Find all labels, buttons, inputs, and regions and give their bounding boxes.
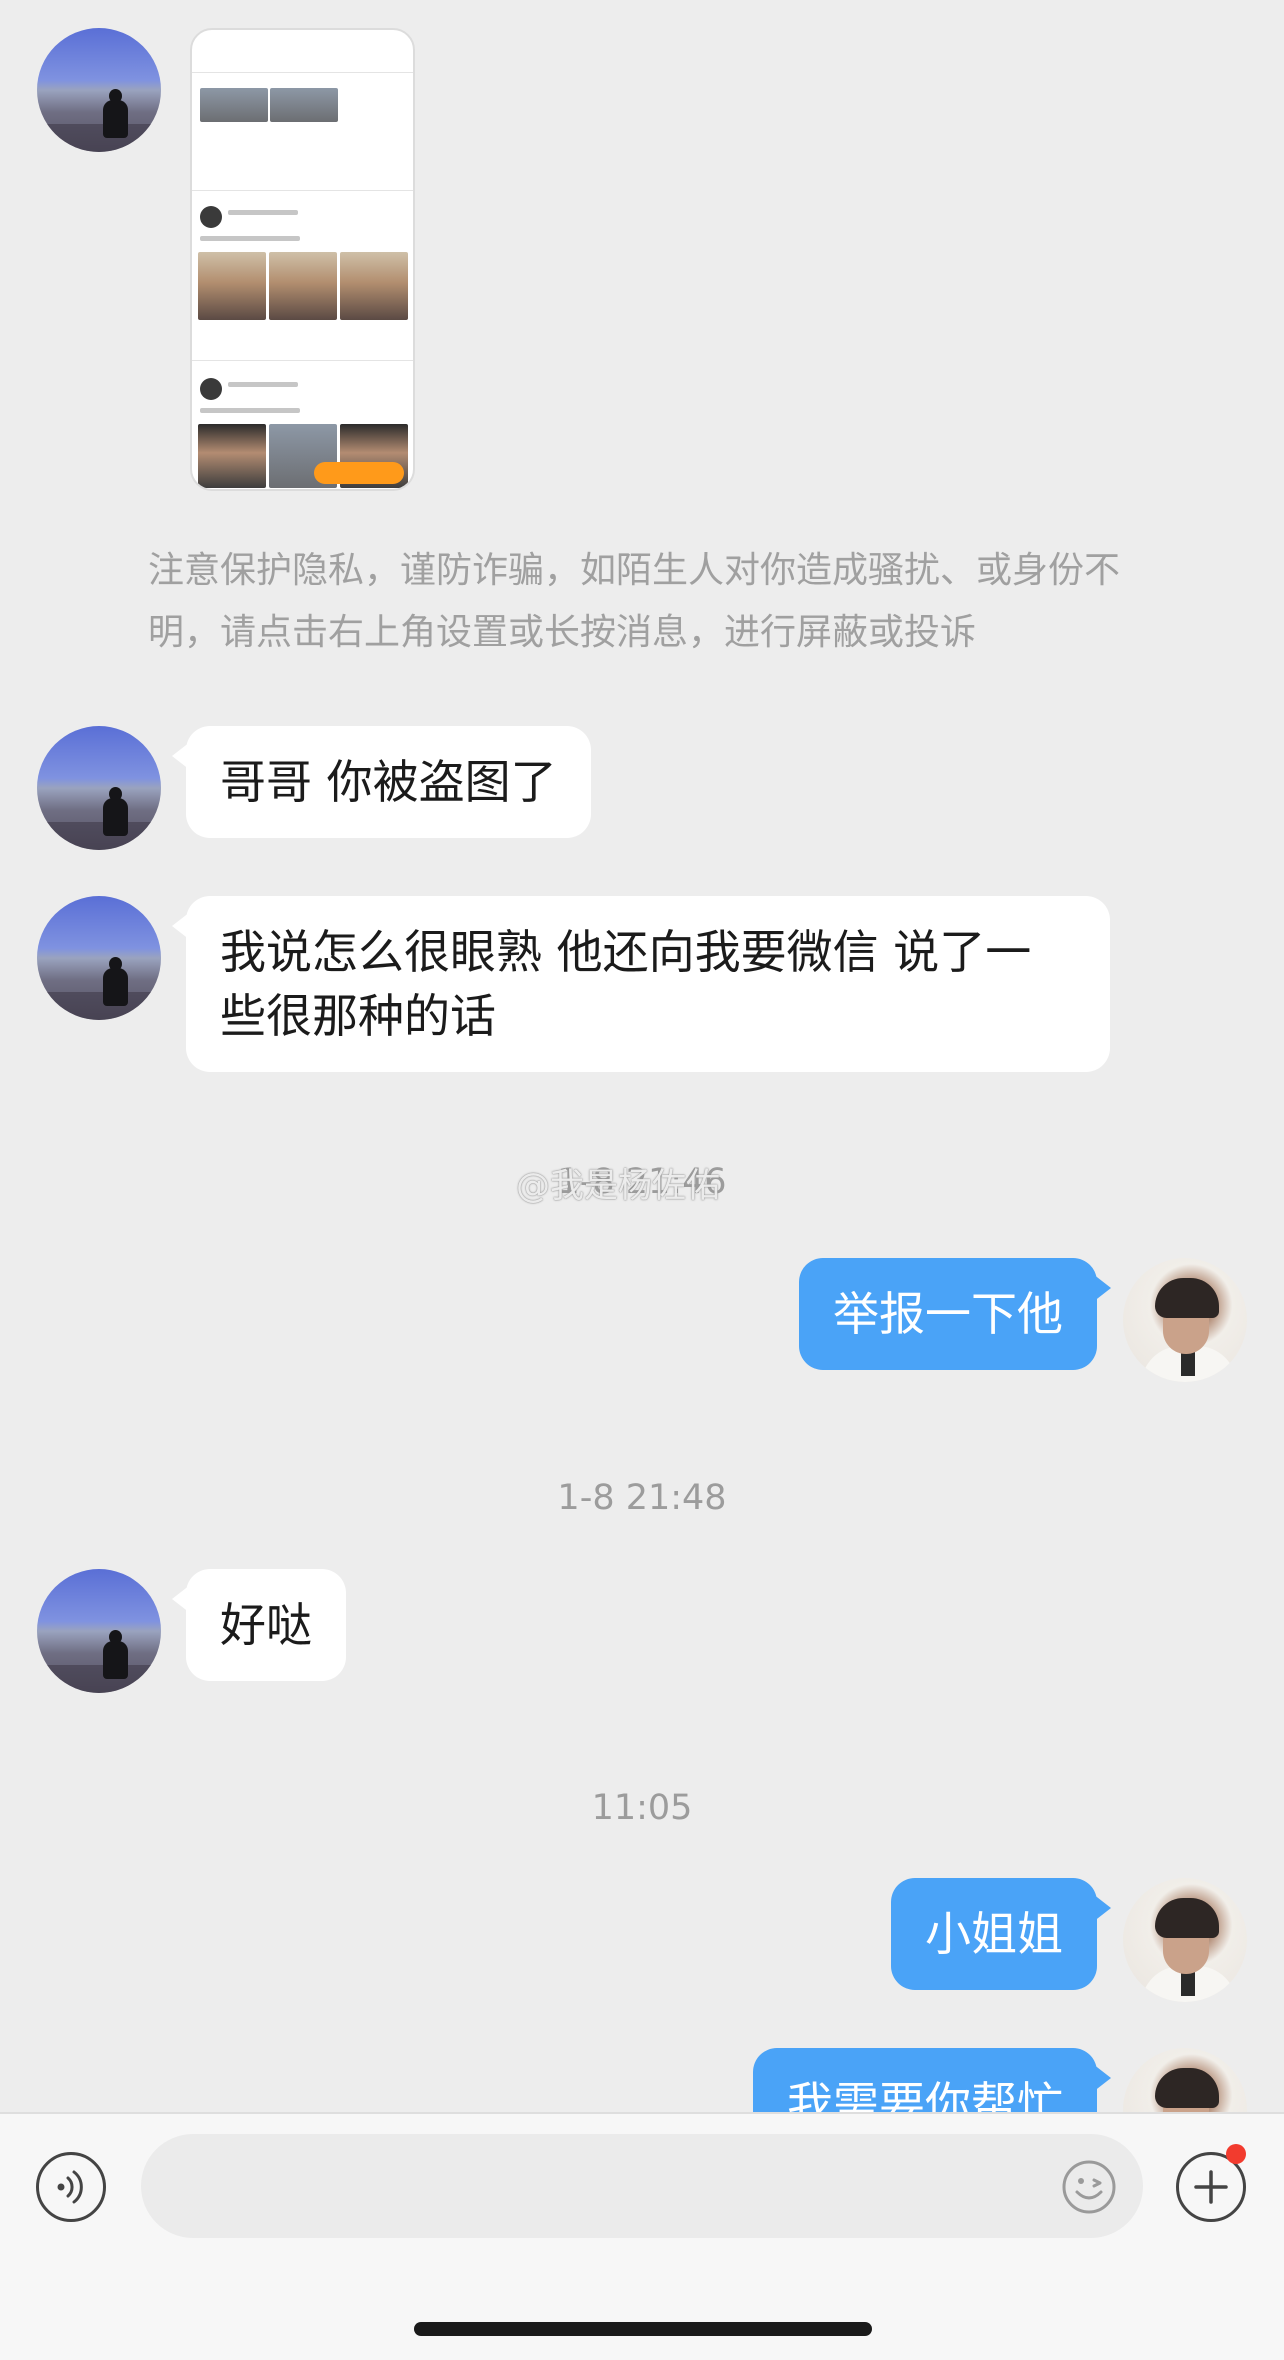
message-text: 我需要你帮忙 — [787, 2077, 1063, 2112]
message-bubble-incoming[interactable]: 好哒 — [172, 1569, 346, 1681]
plus-icon — [1194, 2170, 1228, 2204]
contact-avatar[interactable] — [37, 28, 161, 152]
message-input[interactable] — [141, 2134, 1143, 2238]
message-text: 我说怎么很眼熟 他还向我要微信 说了一些很那种的话 — [220, 925, 1032, 1043]
message-text: 小姐姐 — [925, 1907, 1063, 1961]
input-bar — [0, 2112, 1284, 2360]
notification-badge — [1226, 2144, 1246, 2164]
emoji-icon — [1062, 2160, 1116, 2214]
timestamp: 1-8 21:48 — [557, 1478, 727, 1518]
emoji-button[interactable] — [1060, 2158, 1118, 2216]
home-indicator[interactable] — [414, 2322, 872, 2336]
message-bubble-outgoing[interactable]: 举报一下他 — [799, 1258, 1111, 1370]
contact-avatar[interactable] — [37, 1569, 161, 1693]
message-bubble-outgoing[interactable]: 小姐姐 — [891, 1878, 1111, 1990]
privacy-notice: 注意保护隐私，谨防诈骗，如陌生人对你造成骚扰、或身份不明，请点击右上角设置或长按… — [148, 550, 1121, 653]
chat-area[interactable]: 注意保护隐私，谨防诈骗，如陌生人对你造成骚扰、或身份不明，请点击右上角设置或长按… — [0, 0, 1284, 2112]
message-bubble-incoming[interactable]: 我说怎么很眼熟 他还向我要微信 说了一些很那种的话 — [172, 896, 1110, 1072]
voice-icon — [57, 2170, 83, 2204]
contact-avatar[interactable] — [37, 896, 161, 1020]
my-avatar[interactable] — [1123, 1878, 1247, 2002]
watermark: @我是杨佐佑 — [516, 1166, 720, 1206]
my-avatar[interactable] — [1123, 2048, 1247, 2112]
timestamp: 11:05 — [591, 1788, 693, 1828]
shared-screenshot-image[interactable] — [190, 28, 415, 491]
message-text: 哥哥 你被盗图了 — [220, 755, 557, 809]
contact-avatar[interactable] — [37, 726, 161, 850]
message-text: 举报一下他 — [833, 1287, 1063, 1341]
message-text: 好哒 — [220, 1598, 312, 1652]
voice-button[interactable] — [36, 2152, 106, 2222]
my-avatar[interactable] — [1123, 1258, 1247, 1382]
message-bubble-outgoing[interactable]: 我需要你帮忙 — [753, 2048, 1111, 2112]
message-bubble-incoming[interactable]: 哥哥 你被盗图了 — [172, 726, 591, 838]
